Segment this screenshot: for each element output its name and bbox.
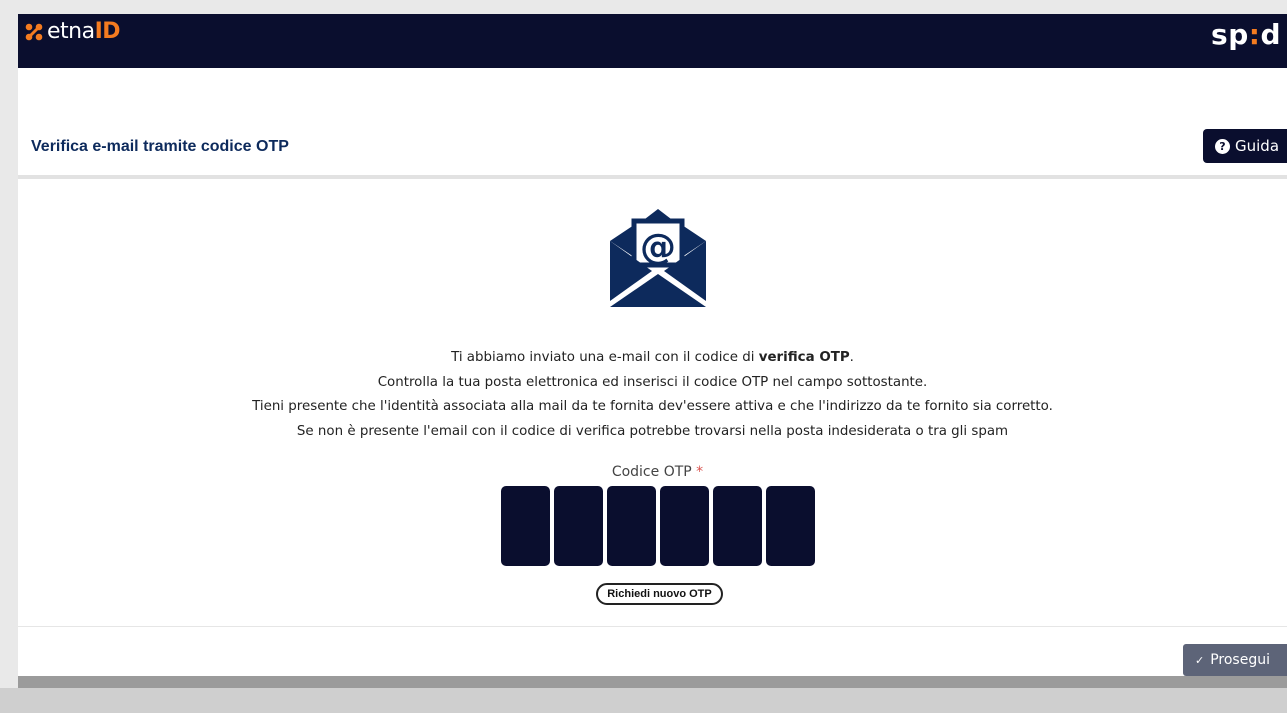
spid-logo: sp:d: [1211, 18, 1281, 52]
envelope-at-icon: @: [610, 209, 706, 307]
page-title: Verifica e-mail tramite codice OTP: [31, 138, 289, 155]
otp-input-group: [501, 486, 815, 566]
window-bottom-edge: [18, 676, 1287, 688]
svg-text:@: @: [640, 227, 676, 268]
help-button[interactable]: ? Guida: [1203, 129, 1287, 163]
etnaid-logo-mark-icon: [25, 23, 43, 41]
continue-button[interactable]: ✓ Prosegui: [1183, 644, 1287, 676]
check-icon: ✓: [1195, 653, 1205, 667]
spid-logo-dots: :: [1248, 18, 1261, 51]
continue-button-label: Prosegui: [1210, 652, 1270, 668]
instruction-line-1-bold: verifica OTP: [758, 350, 850, 365]
otp-digit-6[interactable]: [766, 486, 815, 566]
logo-text: etna: [47, 19, 95, 44]
otp-digit-3[interactable]: [607, 486, 656, 566]
instruction-line-1-suffix: .: [849, 350, 854, 365]
otp-digit-4[interactable]: [660, 486, 709, 566]
otp-digit-1[interactable]: [501, 486, 550, 566]
instruction-line-1: Ti abbiamo inviato una e-mail con il cod…: [18, 346, 1287, 371]
instruction-line-3: Tieni presente che l'identità associata …: [252, 399, 1053, 415]
logo-text-highlight: ID: [94, 19, 121, 44]
window-shadow: [0, 688, 1287, 713]
instruction-line-4: Se non è presente l'email con il codice …: [296, 423, 1009, 439]
required-marker: *: [696, 464, 704, 480]
otp-digit-2[interactable]: [554, 486, 603, 566]
spid-logo-suffix: d: [1260, 18, 1281, 51]
otp-label: Codice OTP *: [18, 464, 1287, 480]
footer-divider: [18, 626, 1287, 627]
help-button-label: Guida: [1235, 137, 1280, 155]
header-divider: [18, 175, 1287, 179]
top-navbar: etnaID sp:d: [18, 14, 1287, 68]
etnaid-logo[interactable]: etnaID: [24, 18, 121, 46]
app-window: etnaID sp:d Verifica e-mail tramite codi…: [18, 14, 1287, 676]
spid-logo-prefix: sp: [1211, 18, 1249, 51]
otp-label-text: Codice OTP: [611, 464, 692, 480]
request-new-otp-button[interactable]: Richiedi nuovo OTP: [596, 583, 723, 605]
otp-digit-5[interactable]: [713, 486, 762, 566]
instruction-text: Ti abbiamo inviato una e-mail con il cod…: [18, 346, 1287, 444]
instruction-line-2: Controlla la tua posta elettronica ed in…: [377, 374, 928, 390]
question-circle-icon: ?: [1215, 138, 1230, 154]
instruction-line-1-prefix: Ti abbiamo inviato una e-mail con il cod…: [451, 350, 759, 365]
